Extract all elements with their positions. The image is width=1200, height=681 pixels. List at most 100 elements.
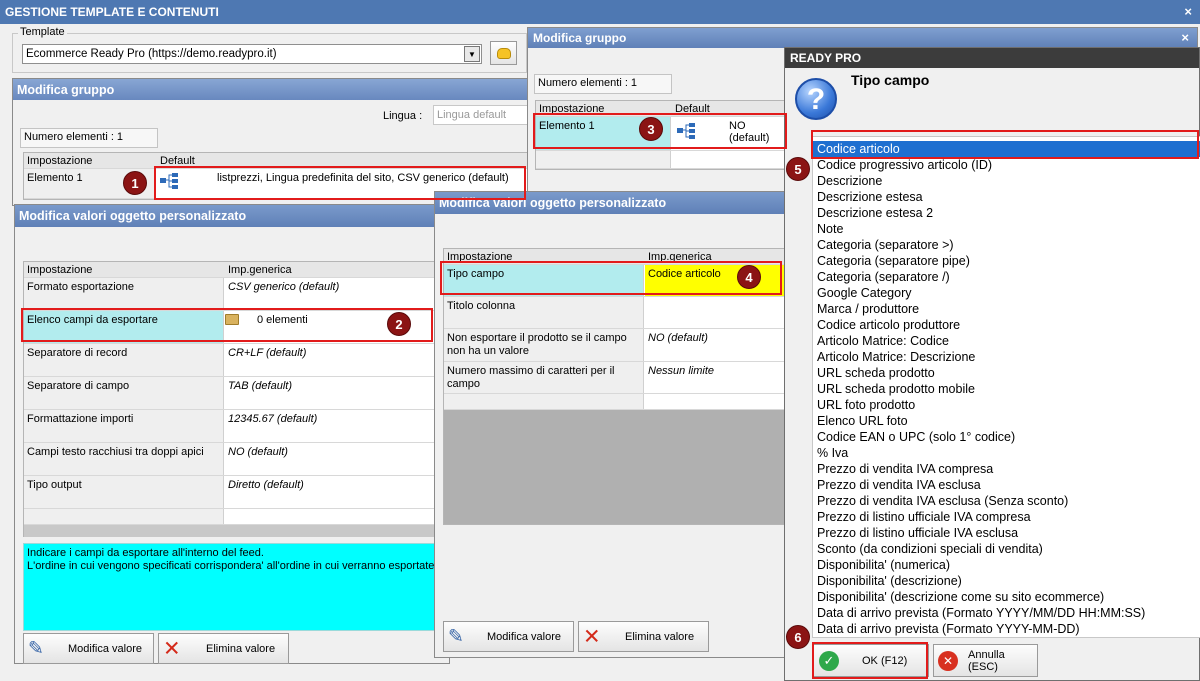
custom1-row[interactable]: Formattazione importi 12345.67 (default): [24, 410, 446, 443]
help-line-1: Indicare i campi da esportare all'intern…: [27, 547, 264, 559]
template-legend: Template: [18, 26, 67, 38]
option-item[interactable]: Marca / produttore: [813, 301, 1200, 317]
custom2-row-value: Nessun limite: [648, 365, 715, 377]
option-item[interactable]: Sconto (da condizioni speciali di vendit…: [813, 541, 1200, 557]
custom2-row-value: [645, 297, 651, 328]
highlight-box-1: [154, 166, 526, 200]
custom1-row-label: Separatore di campo: [24, 377, 224, 409]
group2-num-elementi: Numero elementi : 1: [534, 74, 672, 94]
option-item[interactable]: Descrizione: [813, 173, 1200, 189]
option-item[interactable]: Prezzo di vendita IVA esclusa (Senza sco…: [813, 493, 1200, 509]
option-item[interactable]: Prezzo di listino ufficiale IVA esclusa: [813, 525, 1200, 541]
custom1-row[interactable]: Separatore di record CR+LF (default): [24, 344, 446, 377]
option-item[interactable]: Disponibilita' (descrizione): [813, 573, 1200, 589]
custom2-modifica-button[interactable]: ✎ Modifica valore: [443, 621, 574, 652]
close-icon: ✕: [938, 650, 958, 671]
option-item[interactable]: Descrizione estesa 2: [813, 205, 1200, 221]
lingua-input-value: Lingua default: [437, 109, 507, 121]
badge-2: 2: [387, 312, 411, 336]
annulla-button-label: Annulla (ESC): [968, 648, 1005, 673]
option-item[interactable]: Elenco URL foto: [813, 413, 1200, 429]
main-title-bar: GESTIONE TEMPLATE E CONTENUTI ×: [0, 0, 1200, 24]
custom1-grid: Impostazione Imp.generica Formato esport…: [23, 261, 447, 537]
highlight-box-5: [811, 130, 1199, 159]
x-icon: ✕: [583, 625, 601, 648]
custom1-modifica-button[interactable]: ✎ Modifica valore: [23, 633, 154, 664]
group2-empty-row: [536, 151, 784, 169]
custom1-window: Modifica valori oggetto personalizzato I…: [14, 204, 451, 664]
group2-close-button[interactable]: ×: [1181, 28, 1189, 48]
option-item[interactable]: Descrizione estesa: [813, 189, 1200, 205]
custom2-row[interactable]: Non esportare il prodotto se il campo no…: [444, 329, 788, 362]
badge-5: 5: [786, 157, 810, 181]
option-item[interactable]: Note: [813, 221, 1200, 237]
template-open-button[interactable]: [490, 41, 517, 65]
highlight-box-6: [812, 642, 928, 679]
lingua-input[interactable]: Lingua default: [433, 105, 533, 125]
option-item[interactable]: % Iva: [813, 445, 1200, 461]
custom1-row[interactable]: Formato esportazione CSV generico (defau…: [24, 278, 446, 311]
custom2-row[interactable]: Titolo colonna: [444, 297, 788, 329]
option-item[interactable]: Codice progressivo articolo (ID): [813, 157, 1200, 173]
custom1-elimina-label: Elimina valore: [206, 642, 276, 655]
option-item[interactable]: Articolo Matrice: Descrizione: [813, 349, 1200, 365]
pencil-icon: ✎: [28, 638, 44, 659]
highlight-box-4: [440, 261, 782, 295]
option-item[interactable]: Prezzo di listino ufficiale IVA compresa: [813, 509, 1200, 525]
option-item[interactable]: Categoria (separatore /): [813, 269, 1200, 285]
custom1-elimina-button[interactable]: ✕ Elimina valore: [158, 633, 289, 664]
custom1-row[interactable]: Tipo output Diretto (default): [24, 476, 446, 509]
template-select[interactable]: Ecommerce Ready Pro (https://demo.readyp…: [22, 44, 482, 64]
option-item[interactable]: Prezzo di vendita IVA esclusa: [813, 477, 1200, 493]
custom2-modifica-label: Modifica valore: [487, 630, 561, 643]
custom1-help-text: Indicare i campi da esportare all'intern…: [23, 543, 449, 631]
option-item[interactable]: Google Category: [813, 285, 1200, 301]
main-close-button[interactable]: ×: [1184, 0, 1192, 24]
custom1-row-label: Tipo output: [24, 476, 224, 508]
x-icon: ✕: [163, 637, 181, 660]
option-item[interactable]: Categoria (separatore >): [813, 237, 1200, 253]
option-item[interactable]: Data di arrivo prevista (Formato YYYY-MM…: [813, 621, 1200, 637]
custom2-empty-cell: [444, 394, 644, 409]
custom1-row-value: 12345.67 (default): [228, 413, 318, 425]
custom2-elimina-label: Elimina valore: [625, 630, 695, 643]
custom2-row-value: NO (default): [648, 332, 708, 344]
custom1-row[interactable]: Campi testo racchiusi tra doppi apici NO…: [24, 443, 446, 476]
custom1-empty-row: [24, 509, 446, 525]
option-item[interactable]: Categoria (separatore pipe): [813, 253, 1200, 269]
option-item[interactable]: URL scheda prodotto: [813, 365, 1200, 381]
option-item[interactable]: URL foto prodotto: [813, 397, 1200, 413]
option-item[interactable]: Prezzo di vendita IVA compresa: [813, 461, 1200, 477]
chevron-down-icon[interactable]: ▼: [464, 46, 480, 62]
custom1-row[interactable]: Separatore di campo TAB (default): [24, 377, 446, 410]
badge-1: 1: [123, 171, 147, 195]
custom1-row-value: CR+LF (default): [228, 347, 307, 359]
option-item[interactable]: Codice articolo produttore: [813, 317, 1200, 333]
question-icon: ?: [795, 78, 837, 120]
custom1-empty-cell: [24, 509, 224, 524]
group1-title: Modifica gruppo: [13, 79, 543, 100]
badge-6: 6: [786, 625, 810, 649]
custom1-scrollbar[interactable]: [24, 525, 446, 537]
custom1-row-value: Diretto (default): [228, 479, 304, 491]
custom2-row-label: Non esportare il prodotto se il campo no…: [444, 329, 644, 361]
custom1-grid-header: Impostazione Imp.generica: [24, 262, 446, 278]
option-item[interactable]: Codice EAN o UPC (solo 1° codice): [813, 429, 1200, 445]
custom1-row-value: NO (default): [228, 446, 288, 458]
option-item[interactable]: Data di arrivo prevista (Formato YYYY/MM…: [813, 605, 1200, 621]
readypro-options-list[interactable]: Codice articolo Codice progressivo artico…: [812, 136, 1200, 638]
option-item[interactable]: Articolo Matrice: Codice: [813, 333, 1200, 349]
option-item[interactable]: Disponibilita' (descrizione come su sito…: [813, 589, 1200, 605]
group2-title-bar: Modifica gruppo ×: [528, 28, 1197, 48]
help-line-2: L'ordine in cui vengono specificati corr…: [27, 560, 447, 572]
readypro-title: READY PRO: [790, 51, 862, 65]
template-select-value: Ecommerce Ready Pro (https://demo.readyp…: [26, 48, 277, 60]
group1-num-elementi: Numero elementi : 1: [20, 128, 158, 148]
custom1-row-value: TAB (default): [228, 380, 292, 392]
option-item[interactable]: URL scheda prodotto mobile: [813, 381, 1200, 397]
custom2-row[interactable]: Numero massimo di caratteri per il campo…: [444, 362, 788, 394]
annulla-button[interactable]: ✕ Annulla (ESC): [933, 644, 1038, 677]
option-item[interactable]: Disponibilita' (numerica): [813, 557, 1200, 573]
custom2-elimina-button[interactable]: ✕ Elimina valore: [578, 621, 709, 652]
custom1-title: Modifica valori oggetto personalizzato: [15, 205, 451, 227]
